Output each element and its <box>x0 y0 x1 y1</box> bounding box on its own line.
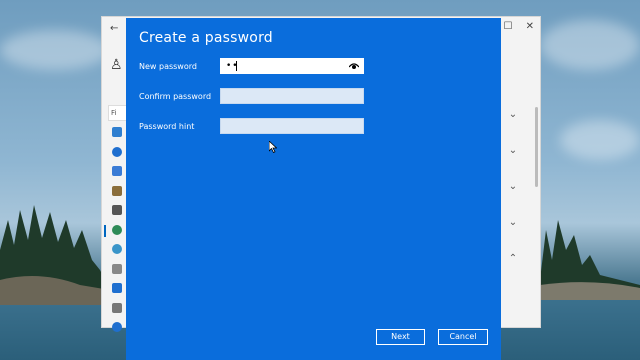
chevron-down-icon[interactable]: ⌄ <box>498 109 528 145</box>
new-password-input[interactable]: •• <box>220 58 364 74</box>
gaming-icon[interactable] <box>112 263 122 274</box>
chevron-down-icon[interactable]: ⌄ <box>498 181 528 217</box>
back-arrow-icon[interactable]: ← <box>110 23 118 34</box>
create-password-dialog: Create a password New password •• Confir… <box>126 18 501 360</box>
left-island <box>0 205 110 305</box>
settings-rows: ⌄ ⌄ ⌄ ⌄ ⌃ <box>498 109 528 289</box>
time-language-icon[interactable] <box>112 244 122 254</box>
settings-nav <box>108 127 126 342</box>
new-password-label: New password <box>139 62 197 71</box>
update-icon[interactable] <box>112 322 122 332</box>
dialog-title: Create a password <box>139 30 273 46</box>
right-island <box>540 220 640 300</box>
chevron-down-icon[interactable]: ⌄ <box>498 217 528 253</box>
accessibility-icon[interactable] <box>112 283 122 293</box>
confirm-password-input[interactable] <box>220 88 364 104</box>
chevron-down-icon[interactable]: ⌄ <box>498 145 528 181</box>
next-button[interactable]: Next <box>376 329 425 345</box>
reveal-password-icon[interactable] <box>349 62 359 70</box>
text-caret <box>236 61 237 71</box>
privacy-icon[interactable] <box>112 302 122 313</box>
accounts-icon[interactable] <box>112 224 122 235</box>
bluetooth-icon[interactable] <box>112 146 122 157</box>
personalization-icon[interactable] <box>112 185 122 196</box>
confirm-password-label: Confirm password <box>139 92 212 101</box>
apps-icon[interactable] <box>112 205 122 215</box>
maximize-icon[interactable]: ☐ <box>503 21 512 32</box>
network-icon[interactable] <box>112 166 122 176</box>
cancel-button[interactable]: Cancel <box>438 329 488 345</box>
display-icon[interactable] <box>112 127 122 137</box>
password-hint-label: Password hint <box>139 122 195 131</box>
mouse-cursor-icon <box>269 141 277 153</box>
password-hint-input[interactable] <box>220 118 364 134</box>
nav-selection-indicator <box>104 225 106 237</box>
chevron-up-icon[interactable]: ⌃ <box>498 253 528 289</box>
scrollbar[interactable] <box>535 107 538 187</box>
close-icon[interactable]: ✕ <box>526 21 534 32</box>
